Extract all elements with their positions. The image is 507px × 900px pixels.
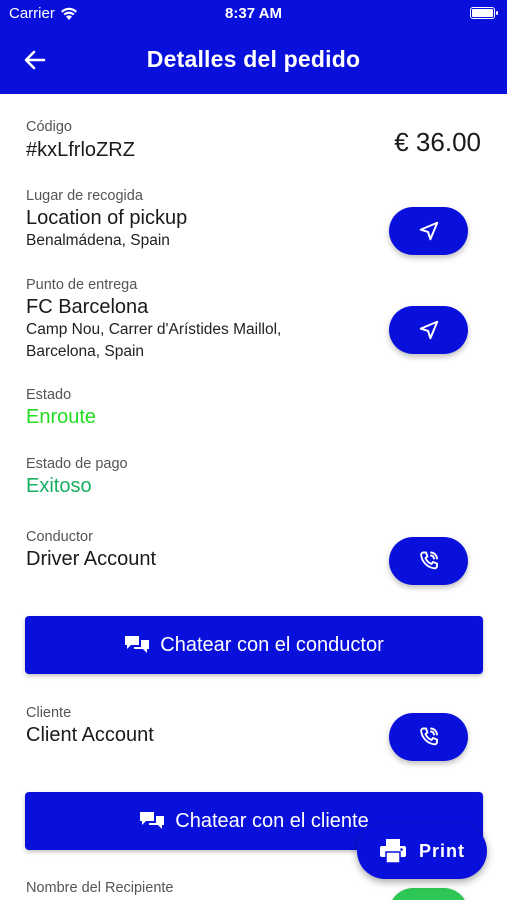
chat-driver-label: Chatear con el conductor bbox=[160, 633, 384, 656]
payment-label: Estado de pago bbox=[26, 456, 128, 472]
phone-call-icon bbox=[419, 727, 438, 746]
driver-label: Conductor bbox=[26, 529, 93, 545]
app-header: Carrier 8:37 AM Detalles del pedido bbox=[0, 0, 507, 94]
recipient-action-button[interactable] bbox=[389, 888, 468, 900]
delivery-navigate-button[interactable] bbox=[389, 306, 468, 354]
delivery-address-line2: Barcelona, Spain bbox=[26, 343, 145, 360]
state-label: Estado bbox=[26, 387, 72, 403]
delivery-label: Punto de entrega bbox=[26, 277, 138, 293]
navigation-arrow-icon bbox=[419, 320, 438, 340]
client-name: Client Account bbox=[26, 724, 154, 746]
clock: 8:37 AM bbox=[225, 5, 282, 22]
order-code: #kxLfrloZRZ bbox=[26, 139, 135, 161]
navigation-arrow-icon bbox=[419, 221, 438, 241]
chat-client-label: Chatear con el cliente bbox=[175, 809, 369, 832]
phone-call-icon bbox=[419, 551, 438, 570]
chat-bubbles-icon bbox=[140, 812, 165, 829]
print-label: Print bbox=[418, 840, 465, 861]
pickup-name: Location of pickup bbox=[26, 207, 188, 229]
delivery-name: FC Barcelona bbox=[26, 296, 149, 318]
pickup-navigate-button[interactable] bbox=[389, 207, 468, 255]
chat-bubbles-icon bbox=[125, 636, 150, 653]
state-value: Enroute bbox=[26, 406, 97, 428]
client-label: Cliente bbox=[26, 705, 72, 721]
chat-driver-button[interactable]: Chatear con el conductor bbox=[25, 616, 483, 674]
driver-name: Driver Account bbox=[26, 548, 157, 570]
pickup-address: Benalmádena, Spain bbox=[26, 232, 170, 249]
delivery-address-line1: Camp Nou, Carrer d'Arístides Maillol, bbox=[26, 321, 282, 338]
page-title: Detalles del pedido bbox=[146, 46, 361, 72]
payment-value: Exitoso bbox=[26, 475, 92, 497]
status-bar: Carrier 8:37 AM bbox=[0, 5, 507, 25]
call-client-button[interactable] bbox=[389, 713, 468, 761]
recipient-label: Nombre del Recipiente bbox=[26, 880, 174, 896]
printer-icon bbox=[379, 839, 406, 864]
call-driver-button[interactable] bbox=[389, 537, 468, 585]
code-label: Código bbox=[26, 119, 72, 135]
battery-icon bbox=[470, 7, 498, 19]
pickup-label: Lugar de recogida bbox=[26, 188, 143, 204]
order-price: € 36.00 bbox=[394, 127, 481, 157]
print-button[interactable]: Print bbox=[357, 823, 487, 879]
